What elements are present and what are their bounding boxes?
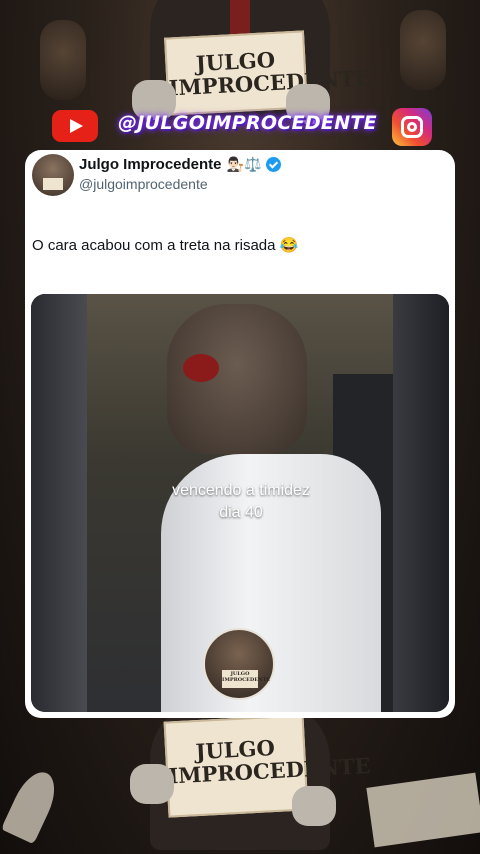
social-bar: @JULGOIMPROCEDENTE <box>0 106 480 146</box>
papers-stack <box>366 772 480 848</box>
hand-bottom-right <box>292 786 336 826</box>
video-player[interactable]: vencendo a timidez dia 40 JULGO IMPROCED… <box>31 294 449 712</box>
quill-feather <box>0 765 64 845</box>
youtube-icon[interactable] <box>52 110 98 142</box>
instagram-lens <box>407 122 417 132</box>
judge-sign-bottom: JULGO IMPROCEDENTE <box>163 714 371 818</box>
video-scrunchie <box>183 354 219 382</box>
avatar[interactable] <box>32 154 74 196</box>
watermark-logo: JULGO IMPROCEDENTE <box>203 628 275 700</box>
lamp-right <box>400 10 446 90</box>
verified-badge-icon <box>266 157 282 172</box>
video-caption-line1: vencendo a timidez <box>172 482 310 499</box>
video-caption: vencendo a timidez dia 40 <box>141 480 341 525</box>
tweet-text: O cara acabou com a treta na risada 😂 <box>32 237 299 254</box>
video-caption-line2: dia 40 <box>219 504 263 522</box>
hand-bottom-left <box>130 764 174 804</box>
video-blur-left <box>31 294 87 712</box>
instagram-icon[interactable] <box>392 108 432 146</box>
avatar-sign <box>43 178 63 190</box>
tweet-card: Julgo Improcedente 👨🏻‍⚖️⚖️ @julgoimproce… <box>25 150 455 718</box>
username[interactable]: @julgoimprocedente <box>79 176 208 192</box>
instagram-flash <box>418 118 421 121</box>
name-row: Julgo Improcedente 👨🏻‍⚖️⚖️ <box>79 156 282 173</box>
judge-emoji: 👨🏻‍⚖️⚖️ <box>226 156 262 172</box>
video-blur-right <box>393 294 449 712</box>
display-name[interactable]: Julgo Improcedente <box>79 156 222 173</box>
video-hair <box>167 304 307 454</box>
social-handle[interactable]: @JULGOIMPROCEDENTE <box>118 112 377 134</box>
watermark-sign: JULGO IMPROCEDENTE <box>222 670 270 688</box>
lamp-left <box>40 20 86 100</box>
